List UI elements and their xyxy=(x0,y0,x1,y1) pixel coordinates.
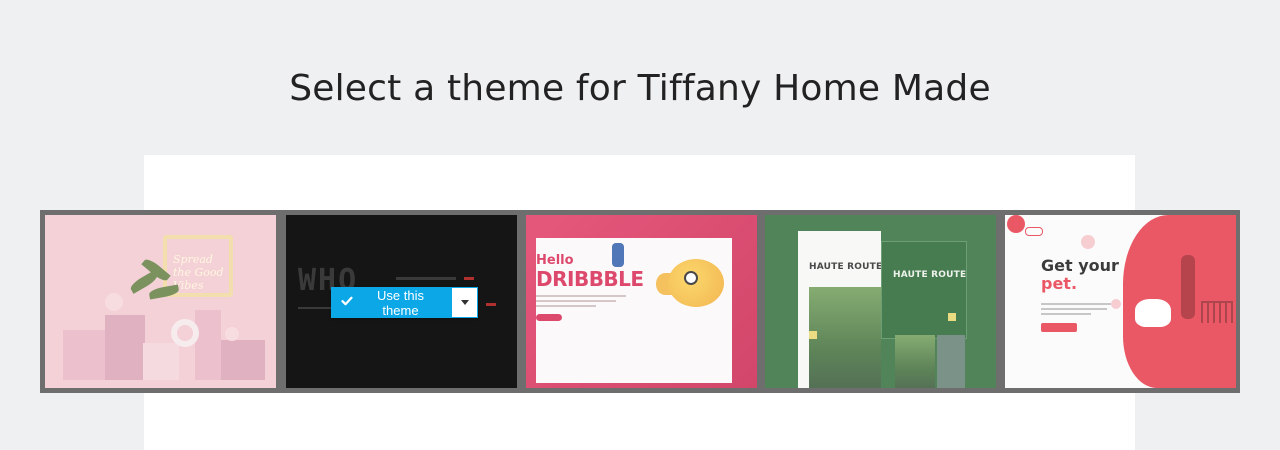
haute-route-heading: HAUTE ROUTE xyxy=(809,262,883,272)
decor-box xyxy=(221,340,265,380)
preview-text-line xyxy=(1041,308,1107,310)
preview-cta-button xyxy=(1041,323,1077,332)
decor-box xyxy=(63,330,105,380)
mountain-image xyxy=(809,287,881,388)
theme-thumbnail-get-your-pet[interactable]: Get your pet. xyxy=(1005,215,1236,388)
preview-text-line xyxy=(1041,313,1091,315)
decor-red-mark xyxy=(464,277,474,280)
fish-eye xyxy=(684,271,698,285)
decor-red-mark xyxy=(486,303,496,306)
decor-dot xyxy=(1007,215,1025,233)
preview-text-line xyxy=(1041,303,1111,305)
site-logo xyxy=(1025,227,1043,236)
dog-illustration xyxy=(1135,299,1171,327)
hello-text: Hello xyxy=(536,253,574,268)
haute-route-heading-alt: HAUTE ROUTE xyxy=(893,270,967,280)
theme-strip: Spread the Good Vibes WHO Hello DRIBBBLE xyxy=(40,210,1240,393)
theme-options-dropdown-button[interactable] xyxy=(451,287,478,318)
decor-square xyxy=(809,331,817,339)
preview-text-line xyxy=(536,300,616,302)
decor-leaf xyxy=(148,284,180,300)
theme-thumbnail-hello-dribbble[interactable]: Hello DRIBBBLE xyxy=(526,215,757,388)
mountain-image xyxy=(937,335,965,388)
decor-dot xyxy=(1081,235,1095,249)
neon-sign-text: Spread the Good Vibes xyxy=(173,253,224,292)
boy-illustration xyxy=(612,243,624,267)
theme-thumbnail-pink-3d[interactable]: Spread the Good Vibes xyxy=(45,215,276,388)
preview-text-line xyxy=(536,305,596,307)
preview-text-line xyxy=(536,295,626,297)
caret-down-icon xyxy=(460,300,469,305)
decor-box xyxy=(105,315,145,380)
theme-thumbnail-haute-route[interactable]: HAUTE ROUTE HAUTE ROUTE xyxy=(765,215,996,388)
mountain-image xyxy=(895,335,935,388)
decor-box xyxy=(195,310,221,380)
decor-box xyxy=(143,343,179,380)
get-your-text: Get your xyxy=(1041,256,1119,275)
use-theme-split-button: Use this theme xyxy=(331,287,478,318)
dribbble-text: DRIBBBLE xyxy=(536,267,644,291)
pet-text: pet xyxy=(1041,274,1071,293)
use-theme-label: Use this theme xyxy=(377,287,424,318)
decor-square xyxy=(948,313,956,321)
fence-illustration xyxy=(1201,301,1233,323)
fish-illustration xyxy=(668,259,724,307)
pet-punct: . xyxy=(1070,274,1078,293)
page-title: Select a theme for Tiffany Home Made xyxy=(289,68,991,109)
check-icon xyxy=(341,295,353,310)
decor-ball xyxy=(105,293,123,311)
use-theme-button[interactable]: Use this theme xyxy=(331,287,451,318)
preview-right-card xyxy=(881,241,967,339)
decor-dot xyxy=(1111,299,1121,309)
get-your-pet-heading: Get your pet. xyxy=(1041,257,1119,293)
person-illustration xyxy=(1181,255,1195,319)
decor-ball xyxy=(225,327,239,341)
decor-ring xyxy=(171,319,199,347)
decor-line xyxy=(396,277,456,280)
preview-cta-button xyxy=(536,314,562,321)
